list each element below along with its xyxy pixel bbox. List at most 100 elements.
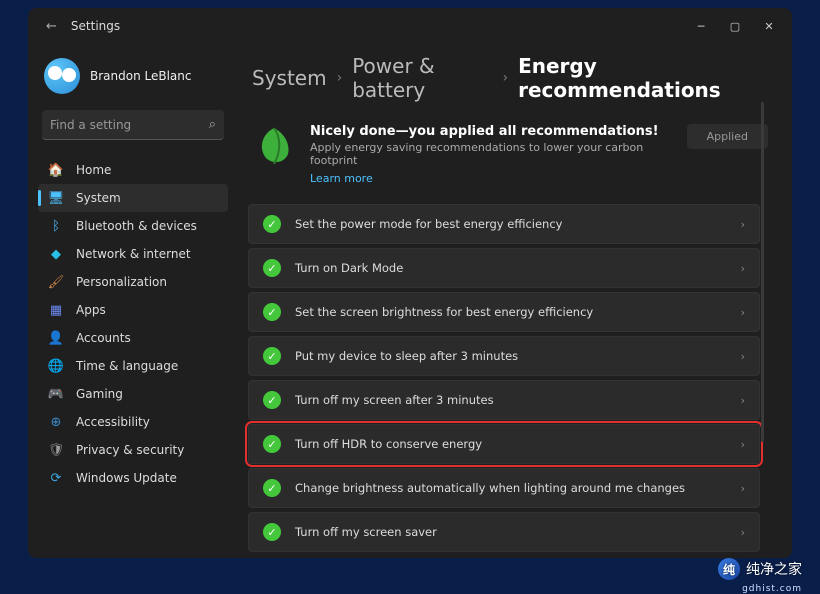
chevron-right-icon: ›: [337, 70, 343, 86]
check-icon: ✓: [263, 391, 281, 409]
sidebar-item-network-internet[interactable]: ◆Network & internet: [38, 240, 228, 268]
minimize-button[interactable]: ─: [686, 12, 716, 40]
recommendation-label: Turn on Dark Mode: [295, 261, 741, 275]
chevron-right-icon: ›: [741, 218, 745, 231]
breadcrumb-power[interactable]: Power & battery: [352, 54, 492, 102]
recommendation-item[interactable]: ✓ Change brightness automatically when li…: [248, 468, 760, 508]
nav-label: Home: [76, 163, 111, 177]
recommendation-list: ✓ Set the power mode for best energy effi…: [248, 204, 760, 552]
recommendation-label: Change brightness automatically when lig…: [295, 481, 741, 495]
page-title: Energy recommendations: [518, 54, 768, 102]
check-icon: ✓: [263, 479, 281, 497]
hero-title: Nicely done—you applied all recommendati…: [310, 124, 673, 139]
maximize-button[interactable]: ▢: [720, 12, 750, 40]
nav-icon: 🎮: [48, 386, 64, 402]
recommendation-item[interactable]: ✓Put my device to sleep after 3 minutes›: [248, 336, 760, 376]
nav-icon: 🛡: [48, 442, 64, 458]
chevron-right-icon: ›: [741, 350, 745, 363]
sidebar-item-apps[interactable]: ▦ Apps: [38, 296, 228, 324]
chevron-right-icon: ›: [741, 482, 745, 495]
sidebar-item-privacy-security[interactable]: 🛡 Privacy & security: [38, 436, 228, 464]
check-icon: ✓: [263, 215, 281, 233]
nav-icon: ⊕: [48, 414, 64, 430]
nav-icon: ᛒ: [48, 218, 64, 234]
breadcrumb-system[interactable]: System: [252, 66, 327, 90]
main-panel: System › Power & battery › Energy recomm…: [236, 44, 792, 558]
nav-icon: 🏠: [48, 162, 64, 178]
sidebar-item-bluetooth-devices[interactable]: ᛒBluetooth & devices: [38, 212, 228, 240]
settings-window: ← Settings ─ ▢ ✕ Brandon LeBlanc ⌕ 🏠 Home…: [28, 8, 792, 558]
sidebar-nav: 🏠 Home 🖥 System ᛒBluetooth & devices◆Network…: [38, 156, 228, 492]
nav-icon: 🌐: [48, 358, 64, 374]
recommendation-label: Turn off HDR to conserve energy: [295, 437, 741, 451]
titlebar: ← Settings ─ ▢ ✕: [28, 8, 792, 44]
nav-label: System: [76, 191, 121, 205]
applied-button[interactable]: Applied: [687, 124, 768, 149]
watermark-sub: gdhist.com: [742, 584, 802, 594]
recommendation-item[interactable]: ✓ Turn off HDR to conserve energy›: [248, 424, 760, 464]
nav-icon: ▦: [48, 302, 64, 318]
chevron-right-icon: ›: [741, 394, 745, 407]
check-icon: ✓: [263, 259, 281, 277]
nav-label: Time & language: [76, 359, 178, 373]
sidebar-item-system[interactable]: 🖥 System: [38, 184, 228, 212]
sidebar-item-time-language[interactable]: 🌐 Time & language: [38, 352, 228, 380]
recommendation-item[interactable]: ✓ Set the power mode for best energy effi…: [248, 204, 760, 244]
check-icon: ✓: [263, 523, 281, 541]
recommendation-label: Set the screen brightness for best energ…: [295, 305, 741, 319]
window-controls: ─ ▢ ✕: [686, 12, 784, 40]
user-name: Brandon LeBlanc: [90, 69, 191, 83]
hero-text: Nicely done—you applied all recommendati…: [310, 124, 673, 186]
back-button[interactable]: ←: [46, 19, 57, 34]
nav-label: Accounts: [76, 331, 131, 345]
avatar: [44, 58, 80, 94]
search-input[interactable]: [50, 118, 209, 132]
chevron-right-icon: ›: [741, 526, 745, 539]
close-button[interactable]: ✕: [754, 12, 784, 40]
nav-icon: ⟳: [48, 470, 64, 486]
sidebar-item-gaming[interactable]: 🎮 Gaming: [38, 380, 228, 408]
nav-label: Windows Update: [76, 471, 177, 485]
sidebar-item-personalization[interactable]: 🖌 Personalization: [38, 268, 228, 296]
watermark-text: 纯净之家: [746, 559, 802, 579]
search-icon: ⌕: [209, 117, 216, 132]
sidebar-item-windows-update[interactable]: ⟳ Windows Update: [38, 464, 228, 492]
chevron-right-icon: ›: [741, 306, 745, 319]
nav-label: Apps: [76, 303, 106, 317]
content-area: Brandon LeBlanc ⌕ 🏠 Home 🖥 System ᛒBluetooth…: [28, 44, 792, 558]
chevron-right-icon: ›: [741, 262, 745, 275]
recommendation-item[interactable]: ✓ Turn on Dark Mode›: [248, 248, 760, 288]
sidebar-item-accounts[interactable]: 👤Accounts: [38, 324, 228, 352]
recommendation-label: Turn off my screen after 3 minutes: [295, 393, 741, 407]
recommendation-item[interactable]: ✓ Turn off my screen saver›: [248, 512, 760, 552]
nav-label: Personalization: [76, 275, 167, 289]
sidebar-item-accessibility[interactable]: ⊕ Accessibility: [38, 408, 228, 436]
user-profile[interactable]: Brandon LeBlanc: [38, 52, 228, 108]
check-icon: ✓: [263, 435, 281, 453]
nav-icon: 🖌: [48, 274, 64, 290]
scrollbar[interactable]: [761, 102, 764, 442]
learn-more-link[interactable]: Learn more: [310, 172, 373, 185]
recommendation-label: Put my device to sleep after 3 minutes: [295, 349, 741, 363]
leaf-icon: [252, 124, 296, 168]
recommendation-label: Set the power mode for best energy effic…: [295, 217, 741, 231]
window-title: Settings: [71, 19, 120, 33]
nav-label: Accessibility: [76, 415, 150, 429]
chevron-right-icon: ›: [741, 438, 745, 451]
nav-label: Gaming: [76, 387, 123, 401]
search-box[interactable]: ⌕: [42, 110, 224, 140]
sidebar-item-home[interactable]: 🏠 Home: [38, 156, 228, 184]
check-icon: ✓: [263, 303, 281, 321]
watermark-logo-icon: 纯: [718, 558, 740, 580]
nav-label: Privacy & security: [76, 443, 184, 457]
titlebar-left: ← Settings: [36, 19, 120, 34]
recommendation-label: Turn off my screen saver: [295, 525, 741, 539]
sidebar: Brandon LeBlanc ⌕ 🏠 Home 🖥 System ᛒBluetooth…: [28, 44, 236, 558]
recommendation-item[interactable]: ✓ Set the screen brightness for best ener…: [248, 292, 760, 332]
hero-banner: Nicely done—you applied all recommendati…: [248, 118, 768, 204]
breadcrumb: System › Power & battery › Energy recomm…: [248, 54, 768, 102]
hero-subtitle: Apply energy saving recommendations to l…: [310, 141, 673, 167]
nav-label: Network & internet: [76, 247, 191, 261]
nav-icon: 🖥: [48, 190, 64, 206]
recommendation-item[interactable]: ✓ Turn off my screen after 3 minutes›: [248, 380, 760, 420]
